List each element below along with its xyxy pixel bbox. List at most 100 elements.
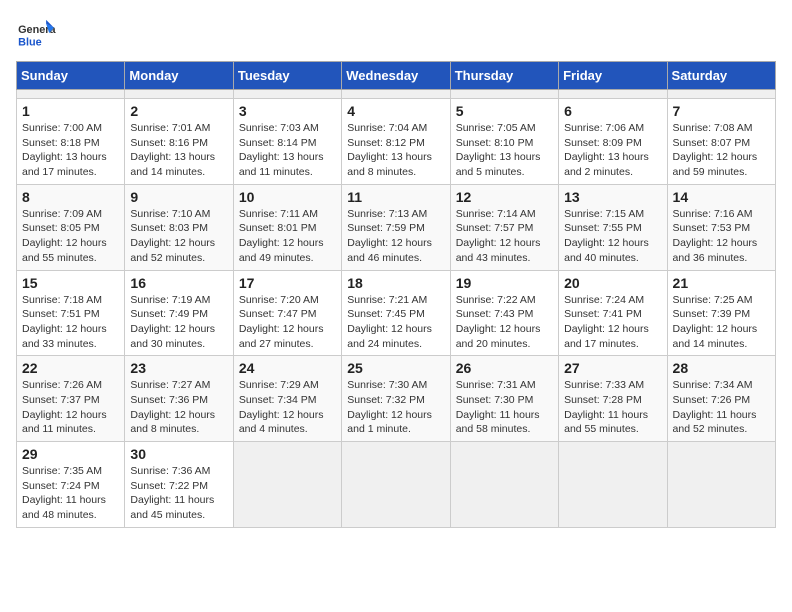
day-info: Sunrise: 7:09 AMSunset: 8:05 PMDaylight:… (22, 207, 119, 266)
day-number: 23 (130, 360, 227, 376)
day-number: 12 (456, 189, 553, 205)
day-info: Sunrise: 7:15 AMSunset: 7:55 PMDaylight:… (564, 207, 661, 266)
column-header-friday: Friday (559, 62, 667, 90)
day-number: 15 (22, 275, 119, 291)
day-info: Sunrise: 7:34 AMSunset: 7:26 PMDaylight:… (673, 378, 770, 437)
calendar-cell: 12 Sunrise: 7:14 AMSunset: 7:57 PMDayligh… (450, 184, 558, 270)
day-info: Sunrise: 7:26 AMSunset: 7:37 PMDaylight:… (22, 378, 119, 437)
calendar-cell (233, 442, 341, 528)
logo: General Blue (16, 16, 60, 51)
calendar-cell (559, 442, 667, 528)
calendar-cell: 29Sunrise: 7:35 AMSunset: 7:24 PMDayligh… (17, 442, 125, 528)
day-info: Sunrise: 7:00 AMSunset: 8:18 PMDaylight:… (22, 121, 119, 180)
day-number: 26 (456, 360, 553, 376)
column-header-monday: Monday (125, 62, 233, 90)
day-info: Sunrise: 7:16 AMSunset: 7:53 PMDaylight:… (673, 207, 770, 266)
calendar-cell: 20 Sunrise: 7:24 AMSunset: 7:41 PMDayligh… (559, 270, 667, 356)
calendar-cell: 21 Sunrise: 7:25 AMSunset: 7:39 PMDayligh… (667, 270, 775, 356)
calendar-cell: 24 Sunrise: 7:29 AMSunset: 7:34 PMDayligh… (233, 356, 341, 442)
calendar-cell: 23 Sunrise: 7:27 AMSunset: 7:36 PMDayligh… (125, 356, 233, 442)
day-number: 14 (673, 189, 770, 205)
day-info: Sunrise: 7:22 AMSunset: 7:43 PMDaylight:… (456, 293, 553, 352)
day-info: Sunrise: 7:05 AMSunset: 8:10 PMDaylight:… (456, 121, 553, 180)
day-info: Sunrise: 7:21 AMSunset: 7:45 PMDaylight:… (347, 293, 444, 352)
calendar-cell: 19 Sunrise: 7:22 AMSunset: 7:43 PMDayligh… (450, 270, 558, 356)
day-info: Sunrise: 7:08 AMSunset: 8:07 PMDaylight:… (673, 121, 770, 180)
calendar-cell: 15 Sunrise: 7:18 AMSunset: 7:51 PMDayligh… (17, 270, 125, 356)
day-number: 28 (673, 360, 770, 376)
day-number: 3 (239, 103, 336, 119)
day-number: 18 (347, 275, 444, 291)
calendar-cell: 1 Sunrise: 7:00 AMSunset: 8:18 PMDaylight… (17, 99, 125, 185)
calendar-cell: 2 Sunrise: 7:01 AMSunset: 8:16 PMDaylight… (125, 99, 233, 185)
calendar-cell: 18 Sunrise: 7:21 AMSunset: 7:45 PMDayligh… (342, 270, 450, 356)
calendar-cell (450, 90, 558, 99)
day-number: 5 (456, 103, 553, 119)
calendar-cell: 10 Sunrise: 7:11 AMSunset: 8:01 PMDayligh… (233, 184, 341, 270)
column-header-thursday: Thursday (450, 62, 558, 90)
day-info: Sunrise: 7:24 AMSunset: 7:41 PMDaylight:… (564, 293, 661, 352)
day-number: 20 (564, 275, 661, 291)
calendar-cell: 16 Sunrise: 7:19 AMSunset: 7:49 PMDayligh… (125, 270, 233, 356)
day-number: 7 (673, 103, 770, 119)
calendar-cell: 7 Sunrise: 7:08 AMSunset: 8:07 PMDaylight… (667, 99, 775, 185)
day-info: Sunrise: 7:03 AMSunset: 8:14 PMDaylight:… (239, 121, 336, 180)
day-number: 1 (22, 103, 119, 119)
calendar-cell: 8Sunrise: 7:09 AMSunset: 8:05 PMDaylight… (17, 184, 125, 270)
calendar-cell: 22 Sunrise: 7:26 AMSunset: 7:37 PMDayligh… (17, 356, 125, 442)
calendar-cell: 14 Sunrise: 7:16 AMSunset: 7:53 PMDayligh… (667, 184, 775, 270)
day-number: 21 (673, 275, 770, 291)
day-number: 6 (564, 103, 661, 119)
day-info: Sunrise: 7:33 AMSunset: 7:28 PMDaylight:… (564, 378, 661, 437)
day-info: Sunrise: 7:25 AMSunset: 7:39 PMDaylight:… (673, 293, 770, 352)
day-info: Sunrise: 7:14 AMSunset: 7:57 PMDaylight:… (456, 207, 553, 266)
calendar-cell: 26 Sunrise: 7:31 AMSunset: 7:30 PMDayligh… (450, 356, 558, 442)
column-header-tuesday: Tuesday (233, 62, 341, 90)
column-header-saturday: Saturday (667, 62, 775, 90)
day-number: 2 (130, 103, 227, 119)
day-number: 11 (347, 189, 444, 205)
calendar-cell (559, 90, 667, 99)
calendar-cell (233, 90, 341, 99)
day-info: Sunrise: 7:04 AMSunset: 8:12 PMDaylight:… (347, 121, 444, 180)
page-header: General Blue (16, 16, 776, 51)
calendar-cell: 6 Sunrise: 7:06 AMSunset: 8:09 PMDaylight… (559, 99, 667, 185)
day-info: Sunrise: 7:31 AMSunset: 7:30 PMDaylight:… (456, 378, 553, 437)
calendar-table: SundayMondayTuesdayWednesdayThursdayFrid… (16, 61, 776, 528)
day-number: 17 (239, 275, 336, 291)
calendar-cell: 9 Sunrise: 7:10 AMSunset: 8:03 PMDaylight… (125, 184, 233, 270)
calendar-cell: 28 Sunrise: 7:34 AMSunset: 7:26 PMDayligh… (667, 356, 775, 442)
day-info: Sunrise: 7:18 AMSunset: 7:51 PMDaylight:… (22, 293, 119, 352)
day-info: Sunrise: 7:11 AMSunset: 8:01 PMDaylight:… (239, 207, 336, 266)
day-info: Sunrise: 7:29 AMSunset: 7:34 PMDaylight:… (239, 378, 336, 437)
calendar-cell (17, 90, 125, 99)
calendar-cell: 13 Sunrise: 7:15 AMSunset: 7:55 PMDayligh… (559, 184, 667, 270)
day-number: 24 (239, 360, 336, 376)
day-info: Sunrise: 7:20 AMSunset: 7:47 PMDaylight:… (239, 293, 336, 352)
day-number: 19 (456, 275, 553, 291)
day-number: 25 (347, 360, 444, 376)
column-header-wednesday: Wednesday (342, 62, 450, 90)
day-number: 16 (130, 275, 227, 291)
calendar-cell: 17 Sunrise: 7:20 AMSunset: 7:47 PMDayligh… (233, 270, 341, 356)
calendar-cell (342, 90, 450, 99)
day-info: Sunrise: 7:35 AMSunset: 7:24 PMDaylight:… (22, 464, 119, 523)
day-info: Sunrise: 7:01 AMSunset: 8:16 PMDaylight:… (130, 121, 227, 180)
day-number: 9 (130, 189, 227, 205)
day-info: Sunrise: 7:10 AMSunset: 8:03 PMDaylight:… (130, 207, 227, 266)
calendar-cell (667, 90, 775, 99)
day-number: 22 (22, 360, 119, 376)
calendar-cell (342, 442, 450, 528)
day-info: Sunrise: 7:13 AMSunset: 7:59 PMDaylight:… (347, 207, 444, 266)
day-number: 27 (564, 360, 661, 376)
calendar-cell: 11 Sunrise: 7:13 AMSunset: 7:59 PMDayligh… (342, 184, 450, 270)
calendar-cell: 27 Sunrise: 7:33 AMSunset: 7:28 PMDayligh… (559, 356, 667, 442)
day-number: 10 (239, 189, 336, 205)
day-number: 13 (564, 189, 661, 205)
calendar-cell (450, 442, 558, 528)
day-info: Sunrise: 7:36 AMSunset: 7:22 PMDaylight:… (130, 464, 227, 523)
calendar-cell: 5 Sunrise: 7:05 AMSunset: 8:10 PMDaylight… (450, 99, 558, 185)
day-info: Sunrise: 7:06 AMSunset: 8:09 PMDaylight:… (564, 121, 661, 180)
day-info: Sunrise: 7:19 AMSunset: 7:49 PMDaylight:… (130, 293, 227, 352)
day-info: Sunrise: 7:27 AMSunset: 7:36 PMDaylight:… (130, 378, 227, 437)
